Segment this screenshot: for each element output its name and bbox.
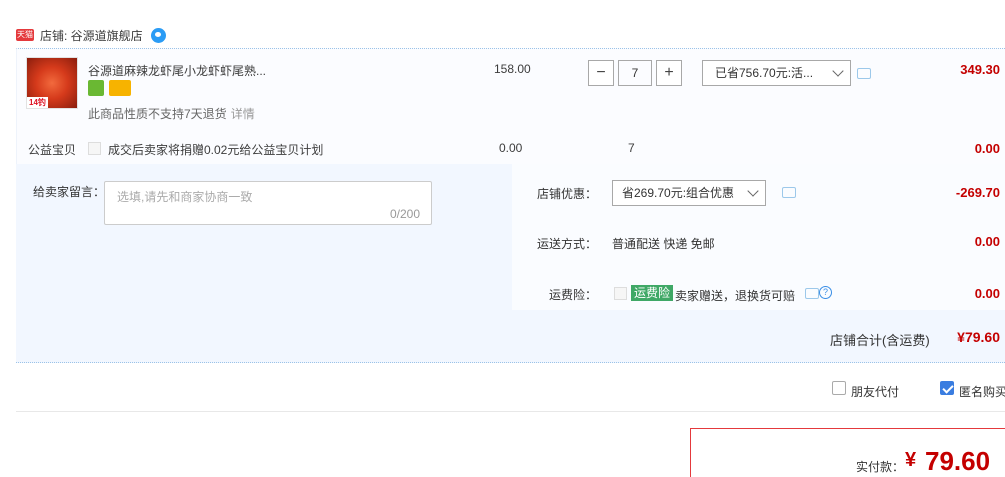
charity-price: 0.00 xyxy=(499,141,523,155)
shop-name-link[interactable]: 店铺: 谷源道旗舰店 xyxy=(40,27,143,44)
quantity-decrement-button[interactable]: − xyxy=(588,60,614,86)
insurance-label: 运费险： xyxy=(549,288,598,302)
memo-char-count: 0/200 xyxy=(390,207,421,221)
shop-header: 天猫 店铺: 谷源道旗舰店 xyxy=(16,24,166,46)
memo-label: 给卖家留言： xyxy=(33,185,106,199)
shipping-method: 普通配送 快递 免邮 xyxy=(612,237,715,251)
shipping-total: 0.00 xyxy=(974,234,1000,249)
insurance-checkbox[interactable] xyxy=(614,287,627,300)
shop-promo-label: 店铺优惠： xyxy=(537,187,598,201)
detail-link[interactable]: 详情 xyxy=(231,107,255,121)
unit-price: 158.00 xyxy=(494,62,531,76)
product-title-link[interactable]: 谷源道麻辣龙虾尾小龙虾虾尾熟... xyxy=(88,62,266,79)
quantity-input[interactable]: 7 xyxy=(618,60,652,86)
divider xyxy=(16,411,1005,412)
no-return-notice: 此商品性质不支持7天退货 详情 xyxy=(88,105,255,122)
guarantee-icon[interactable] xyxy=(88,80,104,96)
charity-text: 成交后卖家将捐赠0.02元给公益宝贝计划 xyxy=(108,143,324,157)
subtotal-label: 店铺合计(含运费) xyxy=(830,333,930,348)
no-return-text: 此商品性质不支持7天退货 xyxy=(88,107,227,121)
shop-promo-total: -269.70 xyxy=(955,185,1000,200)
item-promo-select[interactable]: 已省756.70元:活... xyxy=(702,60,851,86)
anonymous-checkbox[interactable] xyxy=(940,381,954,395)
comment-icon[interactable] xyxy=(782,187,796,198)
anonymous-label[interactable]: 匿名购买 xyxy=(959,383,1005,400)
insurance-total: 0.00 xyxy=(974,286,1000,301)
tmall-badge: 天猫 xyxy=(16,29,34,41)
memo-placeholder: 选填,请先和商家协商一致 xyxy=(117,190,253,204)
help-icon[interactable]: ? xyxy=(819,286,832,299)
friend-pay-checkbox[interactable] xyxy=(832,381,846,395)
comment-icon[interactable] xyxy=(805,288,819,299)
comment-icon[interactable] xyxy=(857,68,871,79)
shop-promo-select[interactable]: 省269.70元:组合优惠 xyxy=(612,180,766,206)
wangwang-icon[interactable] xyxy=(150,27,166,43)
charity-total: 0.00 xyxy=(974,141,1000,156)
quantity-increment-button[interactable]: + xyxy=(656,60,682,86)
thumb-tag: 14钓 xyxy=(27,97,48,108)
friend-pay-label[interactable]: 朋友代付 xyxy=(851,383,899,400)
product-thumbnail[interactable]: 14钓 xyxy=(26,57,78,109)
credit-card-icon[interactable] xyxy=(109,80,131,96)
payment-label: 实付款： xyxy=(856,460,905,474)
item-promo-value: 已省756.70元:活... xyxy=(715,66,814,80)
shipping-label: 运送方式： xyxy=(537,237,598,251)
subtotal-value: ¥79.60 xyxy=(957,329,1000,345)
charity-qty: 7 xyxy=(628,141,635,155)
payment-amount: 79.60 xyxy=(925,446,991,476)
insurance-badge: 运费险 xyxy=(631,285,674,301)
chevron-down-icon xyxy=(832,65,844,77)
charity-checkbox[interactable] xyxy=(88,142,101,155)
chevron-down-icon xyxy=(747,185,759,197)
shop-promo-value: 省269.70元:组合优惠 xyxy=(622,186,735,200)
currency-symbol: ¥ xyxy=(905,449,917,471)
insurance-text: 卖家赠送，退换货可赔 xyxy=(675,289,796,303)
charity-label: 公益宝贝 xyxy=(28,143,77,157)
item-total: 349.30 xyxy=(960,62,1000,77)
